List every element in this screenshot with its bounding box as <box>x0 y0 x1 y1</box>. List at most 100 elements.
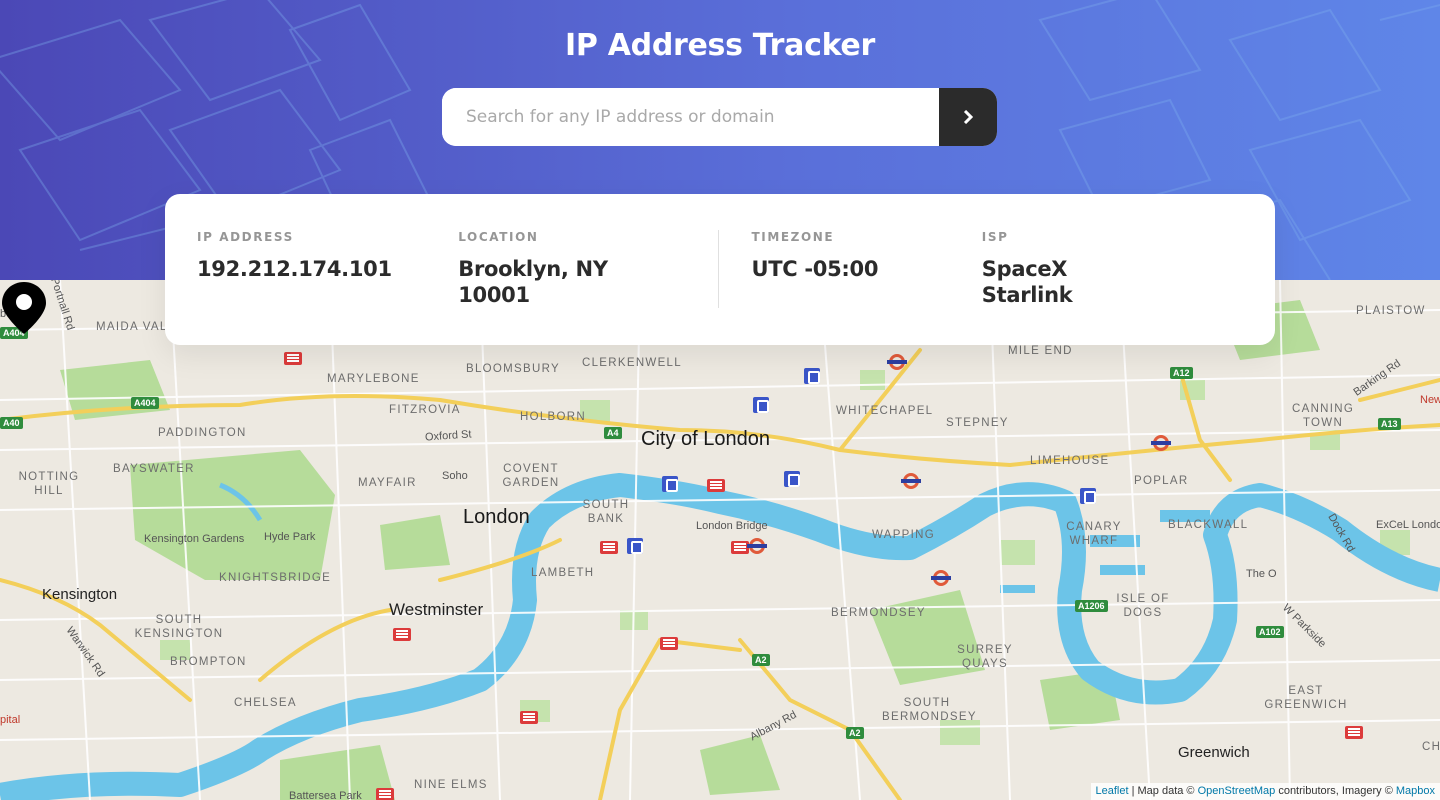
road-badge-a40: A40 <box>0 417 23 429</box>
map-label-plaistow: PLAISTOW <box>1356 305 1426 317</box>
map-label-canary-wharf: CANARY WHARF <box>1066 521 1122 547</box>
location-section: LOCATION Brooklyn, NY 10001 <box>458 230 720 345</box>
road-badge-a13: A13 <box>1378 418 1401 430</box>
map-label-knightsbridge: KNIGHTSBRIDGE <box>219 572 332 584</box>
dlr-station-icon <box>784 471 800 487</box>
dlr-station-icon <box>804 368 820 384</box>
map-attribution: Leaflet | Map data © OpenStreetMap contr… <box>1090 783 1440 800</box>
map-label-south-kensington: SOUTH KENSINGTON <box>134 614 224 640</box>
map-label-bloomsbury: BLOOMSBURY <box>466 363 560 375</box>
mapbox-link[interactable]: Mapbox <box>1396 785 1435 797</box>
map-label-greenwich: Greenwich <box>1178 744 1250 761</box>
ip-address-label: IP ADDRESS <box>197 230 294 244</box>
rail-station-icon <box>707 479 725 492</box>
map-label-poplar: POPLAR <box>1134 475 1189 487</box>
map-label-canning-town: CANNING TOWN <box>1292 403 1355 429</box>
map-label-wapping: WAPPING <box>872 529 935 541</box>
map-label-battersea-park: Battersea Park <box>289 790 362 800</box>
map-label-isle-of-dogs: ISLE OF DOGS <box>1116 593 1170 619</box>
map-label-lambeth: LAMBETH <box>531 567 595 579</box>
map-label-marylebone: MARYLEBONE <box>327 373 420 385</box>
underground-icon <box>1151 435 1171 451</box>
map-label-ch: CH <box>1422 741 1440 753</box>
timezone-section: TIMEZONE UTC -05:00 <box>719 230 981 345</box>
map-label-kensington-gardens: Kensington Gardens <box>144 533 245 545</box>
map-label-westminster: Westminster <box>389 600 484 619</box>
ip-address-section: IP ADDRESS 192.212.174.101 <box>197 230 458 345</box>
map-label-hyde-park: Hyde Park <box>264 531 316 543</box>
dlr-station-icon <box>753 397 769 413</box>
ip-address-value: 192.212.174.101 <box>197 257 392 281</box>
rail-station-icon <box>393 628 411 641</box>
isp-section: ISP SpaceX Starlink <box>982 230 1243 345</box>
chevron-right-icon <box>963 110 973 124</box>
map-label-covent-garden: COVENT GARDEN <box>502 463 560 489</box>
leaflet-link[interactable]: Leaflet <box>1096 785 1129 797</box>
map-label-nine-elms: NINE ELMS <box>414 779 488 791</box>
rail-station-icon <box>520 711 538 724</box>
map-label-hospital: pital <box>0 714 21 726</box>
map-label-clerkenwell: CLERKENWELL <box>582 357 682 369</box>
map-label-new: New <box>1420 394 1440 406</box>
map-label-mile-end: MILE END <box>1008 345 1073 357</box>
map-label-london-bridge: London Bridge <box>696 520 768 532</box>
map-label-london: London <box>463 506 530 528</box>
map-label-bermondsey: BERMONDSEY <box>831 607 926 619</box>
search-submit-button[interactable] <box>939 88 997 146</box>
road-badge-a102: A102 <box>1256 626 1284 638</box>
timezone-value: UTC -05:00 <box>751 257 879 281</box>
search-bar <box>442 88 997 146</box>
openstreetmap-link[interactable]: OpenStreetMap <box>1198 785 1276 797</box>
map-label-excel-london: ExCeL London <box>1376 519 1440 531</box>
road-badge-a12: A12 <box>1170 367 1193 379</box>
map-label-stepney: STEPNEY <box>946 417 1009 429</box>
map[interactable]: City of London London Westminster Kensin… <box>0 280 1440 800</box>
map-label-the-o2: The O <box>1246 568 1277 580</box>
isp-label: ISP <box>981 230 1009 244</box>
road-badge-a4: A4 <box>604 427 622 439</box>
rail-station-icon <box>1345 726 1363 739</box>
map-label-surrey-quays: SURREY QUAYS <box>957 644 1013 670</box>
rail-station-icon <box>376 788 394 800</box>
map-label-blackwall: BLACKWALL <box>1168 519 1249 531</box>
road-badge-a404: A404 <box>131 397 159 409</box>
isp-value: SpaceX Starlink <box>981 257 1073 307</box>
location-pin-icon[interactable] <box>0 280 48 336</box>
map-label-mayfair: MAYFAIR <box>358 477 417 489</box>
map-label-east-greenwich: EAST GREENWICH <box>1264 685 1348 711</box>
ip-info-card: IP ADDRESS 192.212.174.101 LOCATION Broo… <box>165 194 1275 345</box>
map-label-limehouse: LIMEHOUSE <box>1030 455 1110 467</box>
underground-icon <box>901 473 921 489</box>
map-label-fitzrovia: FITZROVIA <box>389 404 461 416</box>
map-label-south-bermondsey: SOUTH BERMONDSEY <box>882 697 977 723</box>
map-label-paddington: PADDINGTON <box>158 427 247 439</box>
underground-icon <box>887 354 907 370</box>
dlr-station-icon <box>662 476 678 492</box>
dlr-station-icon <box>1080 488 1096 504</box>
road-badge-a2: A2 <box>752 654 770 666</box>
search-input[interactable] <box>442 88 939 146</box>
rail-station-icon <box>600 541 618 554</box>
underground-icon <box>747 538 767 554</box>
map-label-chelsea: CHELSEA <box>234 697 297 709</box>
map-label-city-of-london: City of London <box>641 428 770 450</box>
map-label-kensington: Kensington <box>42 586 118 603</box>
location-label: LOCATION <box>458 230 539 244</box>
map-label-south-bank: SOUTH BANK <box>582 499 630 525</box>
page-title: IP Address Tracker <box>565 28 875 63</box>
timezone-label: TIMEZONE <box>751 230 835 244</box>
map-label-notting-hill: NOTTING HILL <box>18 471 80 497</box>
map-label-maida-vale: MAIDA VAL <box>96 321 168 333</box>
map-label-brompton: BROMPTON <box>170 656 247 668</box>
rail-station-icon <box>660 637 678 650</box>
road-badge-a1206: A1206 <box>1075 600 1108 612</box>
road-badge-a2: A2 <box>846 727 864 739</box>
rail-station-icon <box>284 352 302 365</box>
map-label-whitechapel: WHITECHAPEL <box>836 405 934 417</box>
map-label-soho: Soho <box>442 470 468 482</box>
map-label-holborn: HOLBORN <box>520 411 586 423</box>
location-value: Brooklyn, NY 10001 <box>458 257 608 307</box>
dlr-station-icon <box>627 538 643 554</box>
underground-icon <box>931 570 951 586</box>
map-label-bayswater: BAYSWATER <box>113 463 195 475</box>
